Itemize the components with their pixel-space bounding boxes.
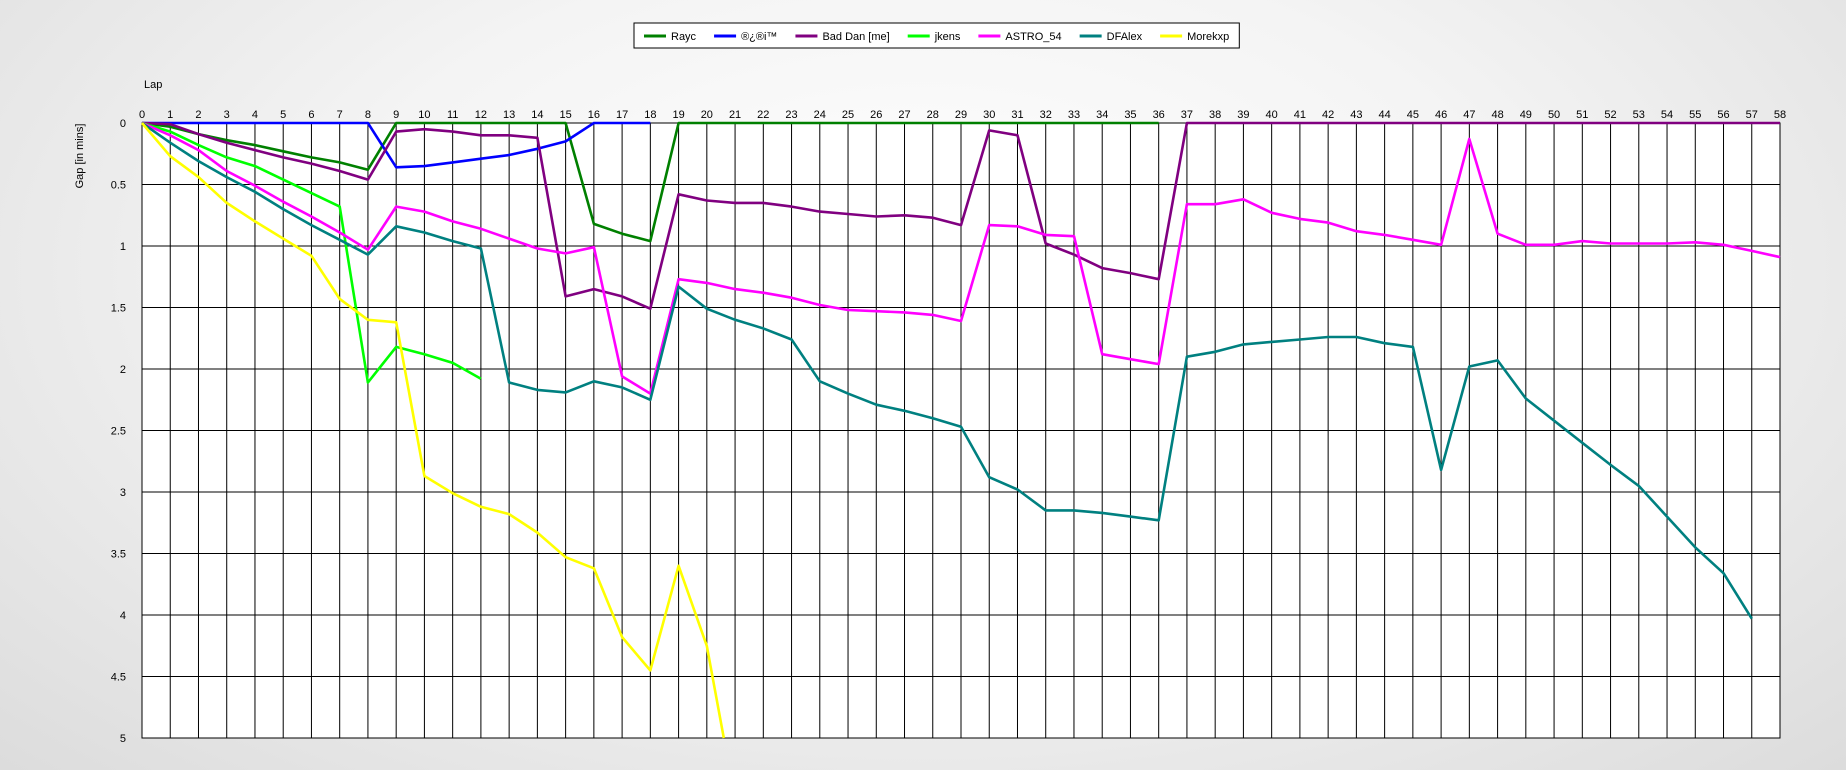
x-tick-label: 55 bbox=[1689, 109, 1701, 121]
x-tick-label: 15 bbox=[559, 109, 571, 121]
x-tick-label: 3 bbox=[224, 109, 230, 121]
x-tick-label: 44 bbox=[1378, 109, 1390, 121]
x-tick-label: 8 bbox=[365, 109, 371, 121]
x-tick-label: 27 bbox=[898, 109, 910, 121]
y-tick-label: 3.5 bbox=[111, 549, 126, 561]
x-tick-label: 47 bbox=[1463, 109, 1475, 121]
y-tick-label: 4.5 bbox=[111, 672, 126, 684]
x-tick-label: 54 bbox=[1661, 109, 1673, 121]
y-axis-title: Gap [in mins] bbox=[74, 124, 86, 189]
x-tick-label: 4 bbox=[252, 109, 258, 121]
x-tick-label: 16 bbox=[588, 109, 600, 121]
x-tick-label: 14 bbox=[531, 109, 543, 121]
x-tick-label: 49 bbox=[1520, 109, 1532, 121]
legend: Rayc ®¿®i™ Bad Dan [me] jkens ASTRO_54 DFAlex… bbox=[633, 22, 1240, 49]
x-tick-label: 29 bbox=[955, 109, 967, 121]
x-tick-label: 9 bbox=[393, 109, 399, 121]
x-tick-label: 22 bbox=[757, 109, 769, 121]
x-tick-label: 58 bbox=[1774, 109, 1786, 121]
y-tick-label: 1 bbox=[120, 241, 126, 253]
x-tick-label: 53 bbox=[1633, 109, 1645, 121]
x-tick-label: 19 bbox=[672, 109, 684, 121]
x-tick-label: 43 bbox=[1350, 109, 1362, 121]
x-tick-label: 42 bbox=[1322, 109, 1334, 121]
x-tick-label: 31 bbox=[1011, 109, 1023, 121]
x-tick-label: 6 bbox=[308, 109, 314, 121]
x-tick-label: 2 bbox=[195, 109, 201, 121]
x-tick-label: 48 bbox=[1491, 109, 1503, 121]
y-tick-label: 5 bbox=[120, 733, 126, 745]
legend-label: DFAlex bbox=[1107, 31, 1143, 43]
legend-label: Bad Dan [me] bbox=[822, 31, 889, 43]
x-tick-label: 0 bbox=[139, 109, 145, 121]
x-tick-label: 39 bbox=[1237, 109, 1249, 121]
x-tick-labels: 0 1 2 3 4 5 6 7 8 9 10 11 12 13 14 15 16 17 18 19 20 21 22 23 24… bbox=[139, 109, 1786, 121]
x-tick-label: 35 bbox=[1124, 109, 1136, 121]
x-tick-label: 57 bbox=[1746, 109, 1758, 121]
y-tick-label: 2.5 bbox=[111, 426, 126, 438]
y-tick-label: 0.5 bbox=[111, 180, 126, 192]
x-tick-label: 11 bbox=[447, 109, 458, 121]
y-tick-label: 4 bbox=[120, 610, 126, 622]
x-tick-label: 56 bbox=[1717, 109, 1729, 121]
x-tick-label: 34 bbox=[1096, 109, 1108, 121]
x-tick-label: 28 bbox=[927, 109, 939, 121]
x-tick-label: 12 bbox=[475, 109, 487, 121]
x-tick-label: 41 bbox=[1294, 109, 1306, 121]
x-tick-label: 13 bbox=[503, 109, 515, 121]
legend-label: Morekxp bbox=[1187, 31, 1229, 43]
legend-label: Rayc bbox=[671, 31, 697, 43]
x-tick-label: 51 bbox=[1576, 109, 1588, 121]
x-tick-label: 30 bbox=[983, 109, 995, 121]
x-tick-label: 32 bbox=[1040, 109, 1052, 121]
x-tick-label: 36 bbox=[1153, 109, 1165, 121]
y-tick-labels: 0 0.5 1 1.5 2 2.5 3 3.5 4 4.5 5 bbox=[111, 118, 126, 745]
x-tick-label: 40 bbox=[1266, 109, 1278, 121]
x-tick-label: 46 bbox=[1435, 109, 1447, 121]
x-tick-label: 38 bbox=[1209, 109, 1221, 121]
x-tick-label: 33 bbox=[1068, 109, 1080, 121]
x-tick-label: 20 bbox=[701, 109, 713, 121]
y-tick-label: 1.5 bbox=[111, 303, 126, 315]
legend-label: ASTRO_54 bbox=[1005, 31, 1061, 43]
x-axis-title: Lap bbox=[144, 79, 162, 91]
legend-label: jkens bbox=[934, 31, 961, 43]
x-tick-label: 21 bbox=[729, 109, 741, 121]
x-tick-label: 23 bbox=[785, 109, 797, 121]
x-tick-label: 24 bbox=[814, 109, 826, 121]
x-tick-label: 52 bbox=[1604, 109, 1616, 121]
race-gap-chart: Rayc ®¿®i™ Bad Dan [me] jkens ASTRO_54 DFAlex… bbox=[74, 22, 1786, 745]
y-tick-label: 3 bbox=[120, 487, 126, 499]
x-tick-label: 37 bbox=[1181, 109, 1193, 121]
x-tick-label: 26 bbox=[870, 109, 882, 121]
x-tick-label: 25 bbox=[842, 109, 854, 121]
x-tick-label: 45 bbox=[1407, 109, 1419, 121]
x-tick-label: 7 bbox=[337, 109, 343, 121]
x-tick-label: 50 bbox=[1548, 109, 1560, 121]
legend-label: ®¿®i™ bbox=[741, 31, 777, 43]
y-tick-label: 2 bbox=[120, 364, 126, 376]
x-tick-label: 17 bbox=[616, 109, 628, 121]
x-tick-label: 1 bbox=[167, 109, 173, 121]
y-tick-label: 0 bbox=[120, 118, 126, 130]
plot-area bbox=[141, 121, 1781, 739]
x-tick-label: 5 bbox=[280, 109, 286, 121]
x-tick-label: 10 bbox=[418, 109, 430, 121]
x-tick-label: 18 bbox=[644, 109, 656, 121]
